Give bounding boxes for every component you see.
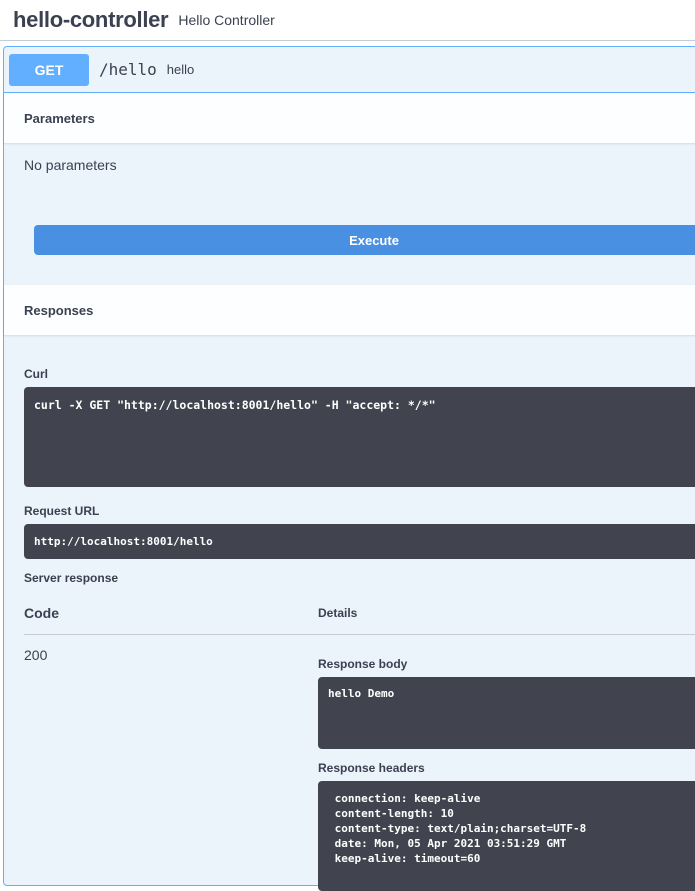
- details-column-header: Details: [318, 606, 358, 620]
- parameters-title: Parameters: [24, 110, 95, 126]
- tag-header[interactable]: hello-controller Hello Controller: [0, 0, 695, 41]
- operation-path: /hello: [99, 60, 157, 79]
- request-url-value[interactable]: http://localhost:8001/hello: [24, 524, 695, 559]
- request-url-label: Request URL: [24, 504, 100, 518]
- method-badge: GET: [9, 53, 89, 86]
- responses-header: Responses: [4, 285, 695, 335]
- response-headers[interactable]: connection: keep-alive content-length: 1…: [318, 781, 695, 891]
- code-column-header: Code: [24, 605, 59, 621]
- operation-summary-text: hello: [166, 62, 195, 77]
- response-body-label: Response body: [318, 657, 408, 671]
- no-parameters-text: No parameters: [24, 157, 117, 173]
- operation-block: GET /hello hello Parameters No parameter…: [3, 46, 695, 891]
- curl-code[interactable]: curl -X GET "http://localhost:8001/hello…: [24, 387, 695, 487]
- response-code: 200: [24, 647, 48, 663]
- tag-description: Hello Controller: [178, 12, 275, 28]
- execute-button[interactable]: Execute: [34, 225, 695, 255]
- server-response-label: Server response: [24, 571, 119, 585]
- curl-label: Curl: [24, 367, 48, 381]
- tag-name: hello-controller: [13, 7, 169, 32]
- responses-title: Responses: [24, 302, 94, 318]
- parameters-header: Parameters: [4, 93, 695, 143]
- response-body[interactable]: hello Demo: [318, 677, 695, 749]
- operation-summary[interactable]: GET /hello hello: [4, 47, 695, 93]
- response-headers-label: Response headers: [318, 761, 425, 775]
- table-divider: [24, 634, 695, 635]
